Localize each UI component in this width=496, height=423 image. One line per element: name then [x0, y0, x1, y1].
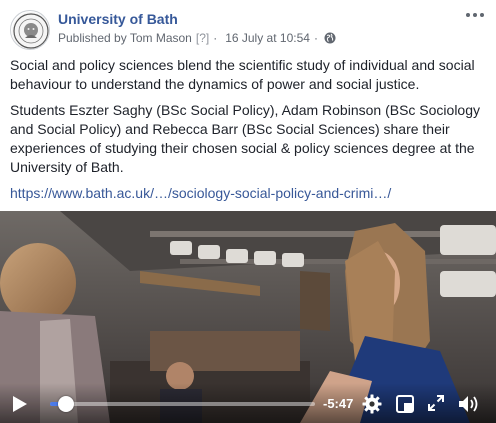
remaining-time: -5:47 — [323, 396, 354, 411]
post-header: University of Bath Published by Tom Maso… — [0, 0, 496, 52]
page-avatar[interactable] — [10, 10, 50, 50]
publisher-text: Published by Tom Mason — [58, 31, 192, 45]
volume-icon[interactable] — [458, 394, 480, 414]
video-player[interactable]: -5:47 — [0, 211, 496, 423]
university-seal-icon — [12, 12, 49, 49]
globe-icon[interactable] — [324, 32, 336, 44]
post-meta: Published by Tom Mason [?] · 16 July at … — [58, 31, 336, 45]
post-timestamp[interactable]: 16 July at 10:54 — [225, 31, 310, 45]
picture-in-picture-icon[interactable] — [396, 395, 414, 413]
meta-separator-2: · — [313, 31, 318, 45]
article-link[interactable]: https://www.bath.ac.uk/…/sociology-socia… — [10, 185, 391, 201]
facebook-post: University of Bath Published by Tom Maso… — [0, 0, 496, 423]
video-controls: -5:47 — [0, 383, 496, 423]
page-name-link[interactable]: University of Bath — [58, 11, 178, 27]
play-icon[interactable] — [12, 395, 28, 413]
meta-separator: · — [213, 31, 218, 45]
progress-track[interactable] — [50, 396, 315, 412]
post-paragraph-2: Students Eszter Saghy (BSc Social Policy… — [10, 102, 480, 175]
help-marker[interactable]: [?] — [196, 31, 209, 45]
post-paragraph-1: Social and policy sciences blend the sci… — [10, 57, 475, 92]
fullscreen-icon[interactable] — [428, 395, 444, 411]
gear-icon[interactable] — [362, 394, 382, 414]
more-options-icon[interactable] — [464, 8, 486, 22]
progress-handle[interactable] — [57, 396, 74, 412]
post-text: Social and policy sciences blend the sci… — [10, 56, 486, 210]
